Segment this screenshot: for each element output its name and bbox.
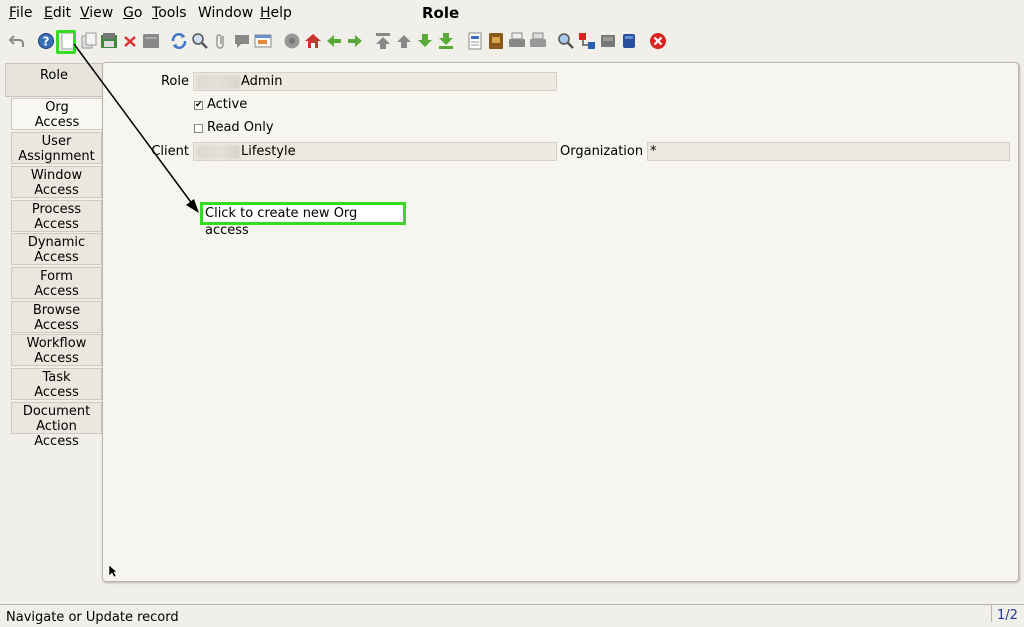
annotation-callout: Click to create new Org access xyxy=(200,202,406,238)
status-bar: Navigate or Update record xyxy=(0,604,1024,625)
annotation-arrow xyxy=(73,43,199,213)
record-position[interactable]: 1/2 xyxy=(991,605,1023,623)
mouse-cursor-icon xyxy=(108,564,118,578)
